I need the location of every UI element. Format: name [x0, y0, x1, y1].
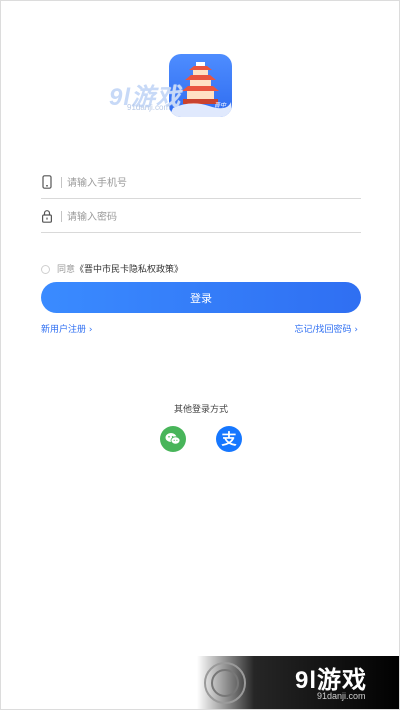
- password-input[interactable]: [67, 206, 347, 228]
- watermark-site: 91danji.com: [317, 691, 366, 701]
- forgot-password-link[interactable]: 忘记/找回密码 ›: [295, 322, 359, 335]
- other-login-title: 其他登录方式: [173, 405, 228, 415]
- agreement-prefix: 同意: [57, 265, 76, 275]
- phone-field: [41, 169, 361, 199]
- wechat-icon: [165, 433, 181, 445]
- register-link[interactable]: 新用户注册 ›: [41, 322, 92, 335]
- wechat-login-button[interactable]: [160, 426, 186, 452]
- field-separator: [61, 177, 62, 188]
- phone-input[interactable]: [67, 172, 347, 194]
- watermark-top-url: 91danji.com: [127, 103, 171, 112]
- login-button[interactable]: 登录: [41, 282, 361, 313]
- watermark-bottom: 9l游戏 91danji.com: [197, 656, 399, 709]
- alipay-icon: 支: [221, 430, 237, 448]
- alipay-login-button[interactable]: 支: [216, 426, 242, 452]
- password-field: [41, 203, 361, 233]
- agreement-checkbox[interactable]: [41, 265, 50, 274]
- phone-icon: [42, 175, 52, 189]
- privacy-policy-link[interactable]: 《晋中市民卡隐私权政策》: [75, 265, 183, 275]
- login-screen: 晋中 9l游戏 91danji.com 同意《晋中市民卡隐私权政策》 登录 新用…: [0, 0, 400, 710]
- watermark-ring-inner: [211, 669, 239, 697]
- field-separator: [61, 211, 62, 222]
- lock-icon: [42, 210, 53, 223]
- watermark-brand: 9l游戏: [295, 667, 368, 694]
- watermark-top: 9l游戏 91danji.com: [109, 77, 239, 119]
- agreement-text: 同意《晋中市民卡隐私权政策》: [57, 263, 183, 277]
